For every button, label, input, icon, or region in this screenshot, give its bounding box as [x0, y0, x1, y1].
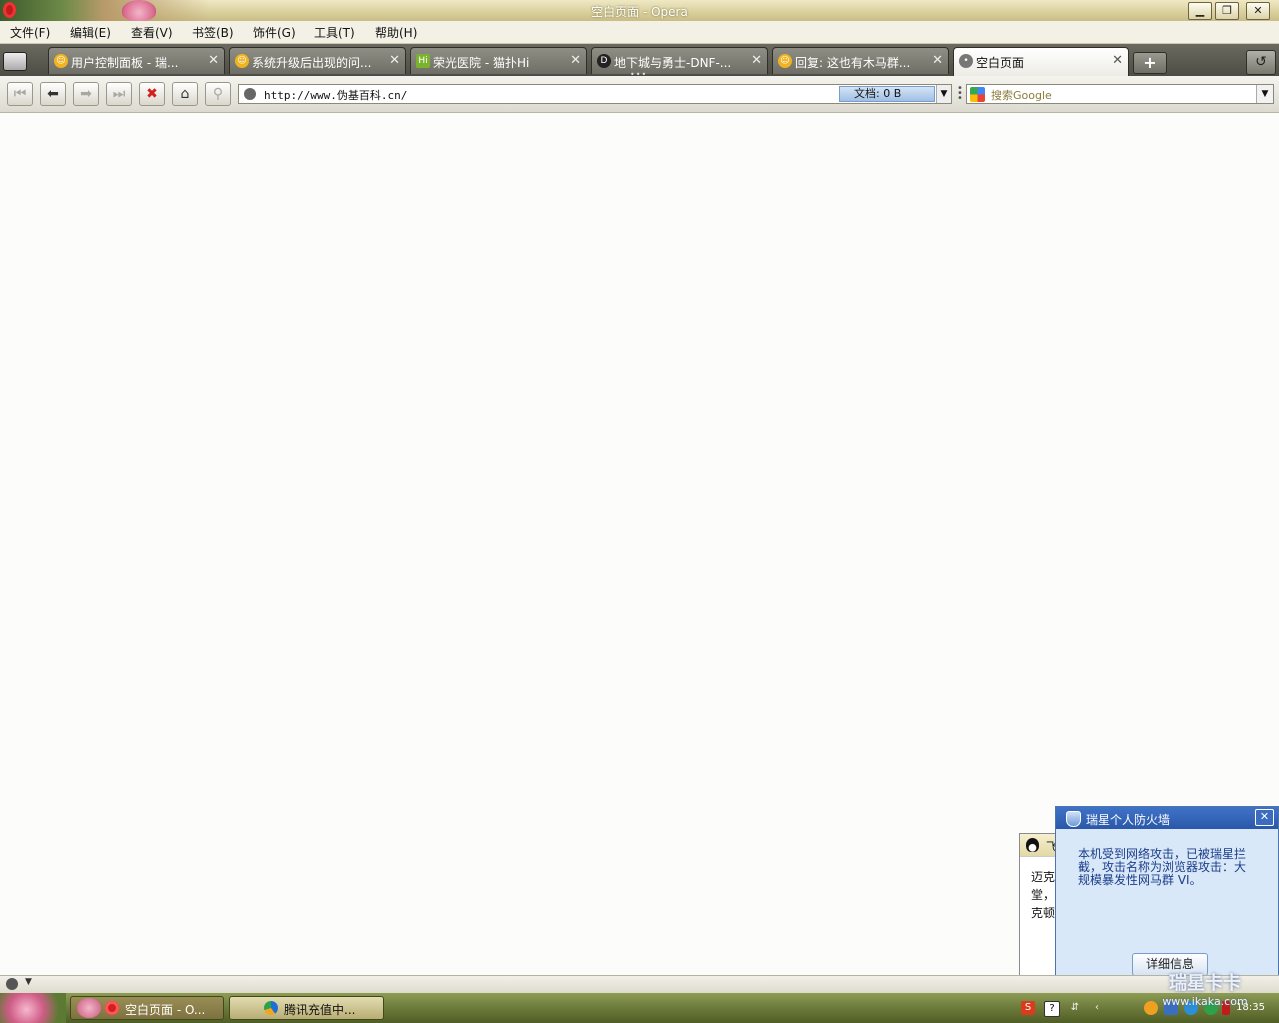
tab-close-icon[interactable]: ✕ [208, 53, 219, 68]
qq-penguin-icon [1026, 838, 1039, 852]
menu-file[interactable]: 文件(F) [10, 24, 50, 41]
home-button[interactable]: ⌂ [172, 82, 198, 106]
menu-view[interactable]: 查看(V) [131, 24, 173, 41]
menu-bar: 文件(F) 编辑(E) 查看(V) 书签(B) 饰件(G) 工具(T) 帮助(H… [0, 21, 1279, 44]
taskbar-item-label: 空白页面 - O... [125, 1003, 206, 1017]
menu-help[interactable]: 帮助(H) [375, 24, 417, 41]
menu-widgets[interactable]: 饰件(G) [253, 24, 296, 41]
restore-button[interactable]: ❐ [1215, 2, 1239, 20]
tab-label: 用户控制面板 - 瑞... [71, 56, 179, 70]
browser-icon [264, 1001, 278, 1015]
tab-mop-hi[interactable]: Hi 荣光医院 - 猫扑Hi ✕ [410, 47, 587, 74]
tab-close-icon[interactable]: ✕ [751, 53, 762, 68]
tab-close-icon[interactable]: ✕ [932, 53, 943, 68]
back-button[interactable]: ⬅ [40, 82, 66, 106]
taskbar-item-opera[interactable]: 空白页面 - O... [70, 996, 224, 1020]
menu-edit[interactable]: 编辑(E) [70, 24, 111, 41]
toolbar-grip-icon[interactable]: • • • [957, 84, 963, 104]
search-box[interactable]: 搜索Google ▼ [966, 84, 1274, 104]
forward-button[interactable]: ➡ [73, 82, 99, 106]
tab-label: 荣光医院 - 猫扑Hi [433, 56, 530, 70]
tab-close-icon[interactable]: ✕ [570, 53, 581, 68]
document-progress: 文档: 0 B [839, 86, 935, 102]
tab-blank-page[interactable]: • 空白页面 ✕ [953, 47, 1129, 77]
tab-reply-trojan[interactable]: ☺ 回复: 这也有木马群... ✕ [772, 47, 949, 74]
taskbar: 空白页面 - O... 腾讯充值中... S ? ⇵ ‹ 18:35 [0, 993, 1279, 1023]
status-dropdown-icon[interactable]: ▼ [25, 977, 32, 987]
status-bar: ▼ [0, 975, 1279, 994]
closed-tabs-trash-button[interactable]: ↺ [1246, 50, 1276, 75]
new-tab-button[interactable]: + [1133, 52, 1167, 74]
network-status-icon[interactable] [6, 978, 18, 990]
smiley-icon: ☺ [54, 54, 68, 68]
qq-popup-text-line: 迈克 [1031, 870, 1056, 884]
panel-toggle-button[interactable] [3, 52, 27, 71]
title-bar: 空白页面 - Opera ▁ ❐ ✕ [0, 0, 1279, 22]
window-title: 空白页面 - Opera [591, 5, 688, 19]
tab-label: 系统升级后出现的问... [252, 56, 372, 70]
help-icon[interactable]: ? [1044, 1001, 1060, 1017]
tab-label: 地下城与勇士-DNF-... [614, 56, 732, 70]
smiley-icon: ☺ [235, 54, 249, 68]
tray-expand-icon[interactable]: ⇵ [1068, 1001, 1082, 1015]
firewall-close-button[interactable]: ✕ [1255, 809, 1274, 826]
rising-kaka-watermark: 瑞星卡卡 www.ikaka.com [1140, 969, 1270, 1009]
watermark-url: www.ikaka.com [1162, 995, 1248, 1008]
smiley-icon: ☺ [778, 54, 792, 68]
taskbar-item-tencent-recharge[interactable]: 腾讯充值中... [229, 996, 384, 1020]
tab-label: 回复: 这也有木马群... [795, 56, 911, 70]
navigation-bar: ⏮ ⬅ ➡ ⏭ ✖ ⌂ ⚲ http://www.伪基百科.cn/ 文档: 0 … [0, 76, 1279, 113]
search-input[interactable]: 搜索Google [991, 87, 1052, 103]
tab-dnf[interactable]: D 地下城与勇士-DNF-... ✕ [591, 47, 768, 74]
firewall-popup-header: 瑞星个人防火墙 ✕ [1056, 807, 1278, 829]
lotus-icon [77, 998, 101, 1018]
menu-tools[interactable]: 工具(T) [314, 24, 355, 41]
page-info-icon[interactable] [244, 88, 256, 100]
firewall-message: 本机受到网络攻击，已被瑞星拦截，攻击名称为浏览器攻击：大规模暴发性网马群 VI。 [1078, 847, 1247, 887]
dnf-icon: D [597, 54, 611, 68]
tab-bar: ☺ 用户控制面板 - 瑞... ✕ ☺ 系统升级后出现的问... ✕ Hi 荣光… [0, 44, 1279, 79]
firewall-popup-title: 瑞星个人防火墙 [1086, 813, 1171, 827]
rewind-button[interactable]: ⏮ [7, 82, 33, 106]
qq-popup-text-line: 克顿 [1031, 906, 1056, 920]
firewall-alert-popup[interactable]: 瑞星个人防火墙 ✕ 本机受到网络攻击，已被瑞星拦截，攻击名称为浏览器攻击：大规模… [1055, 806, 1279, 992]
start-button[interactable] [0, 993, 66, 1023]
address-bar[interactable]: http://www.伪基百科.cn/ 文档: 0 B ▼ [238, 84, 952, 104]
hi-icon: Hi [416, 54, 430, 68]
tab-close-icon[interactable]: ✕ [1112, 53, 1123, 68]
tab-system-upgrade[interactable]: ☺ 系统升级后出现的问... ✕ [229, 47, 406, 74]
qq-popup-text-line: 堂， [1031, 888, 1056, 902]
stop-button[interactable]: ✖ [139, 82, 165, 106]
search-dropdown-icon[interactable]: ▼ [1256, 85, 1273, 103]
close-window-button[interactable]: ✕ [1246, 2, 1270, 20]
opera-icon [105, 1001, 119, 1015]
tab-label: 空白页面 [976, 56, 1025, 70]
address-dropdown-icon[interactable]: ▼ [936, 85, 951, 103]
wand-button[interactable]: ⚲ [205, 82, 231, 106]
taskbar-item-label: 腾讯充值中... [284, 1003, 356, 1017]
google-icon[interactable] [970, 87, 985, 102]
fast-forward-button[interactable]: ⏭ [106, 82, 132, 106]
menu-bookmarks[interactable]: 书签(B) [192, 24, 234, 41]
minimize-button[interactable]: ▁ [1188, 2, 1212, 20]
tray-arrow-icon[interactable]: ‹ [1090, 1001, 1104, 1015]
sogou-input-icon[interactable]: S [1021, 1001, 1035, 1015]
shield-icon [1066, 811, 1081, 827]
watermark-main: 瑞星卡卡 [1169, 973, 1241, 994]
blank-page-icon: • [959, 54, 973, 68]
address-input[interactable]: http://www.伪基百科.cn/ [264, 87, 407, 103]
tab-user-control-panel[interactable]: ☺ 用户控制面板 - 瑞... ✕ [48, 47, 225, 74]
tab-close-icon[interactable]: ✕ [389, 53, 400, 68]
